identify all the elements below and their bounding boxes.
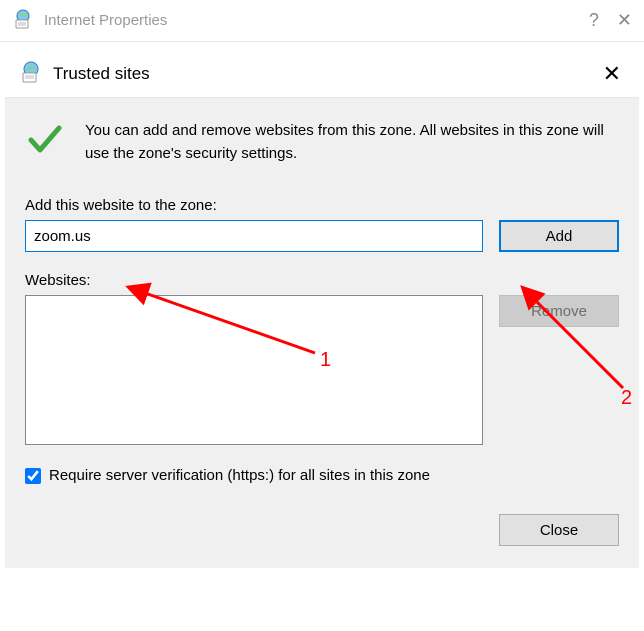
trusted-sites-icon: [19, 60, 43, 88]
websites-label: Websites:: [25, 272, 619, 289]
trusted-sites-dialog: Trusted sites ✕ You can add and remove w…: [5, 50, 639, 568]
info-text: You can add and remove websites from thi…: [85, 120, 619, 165]
add-website-label: Add this website to the zone:: [25, 197, 619, 214]
close-icon[interactable]: ✕: [599, 57, 625, 91]
dialog-titlebar: Trusted sites ✕: [5, 50, 639, 98]
parent-close-icon[interactable]: ✕: [617, 10, 632, 31]
require-https-checkbox-row[interactable]: Require server verification (https:) for…: [25, 467, 619, 484]
websites-listbox[interactable]: [25, 295, 483, 445]
dialog-body: You can add and remove websites from thi…: [5, 98, 639, 568]
parent-window-title: Internet Properties: [44, 12, 167, 29]
checkmark-icon: [25, 120, 65, 164]
remove-button: Remove: [499, 295, 619, 327]
dialog-title: Trusted sites: [53, 64, 150, 84]
internet-options-icon: [12, 8, 34, 34]
annotation-label-2: 2: [621, 387, 632, 409]
parent-window-titlebar: Internet Properties ? ✕: [0, 0, 644, 42]
help-icon[interactable]: ?: [589, 10, 599, 31]
add-button[interactable]: Add: [499, 220, 619, 252]
require-https-checkbox[interactable]: [25, 468, 41, 484]
close-button[interactable]: Close: [499, 514, 619, 546]
require-https-label: Require server verification (https:) for…: [49, 467, 430, 484]
website-input[interactable]: [25, 220, 483, 252]
